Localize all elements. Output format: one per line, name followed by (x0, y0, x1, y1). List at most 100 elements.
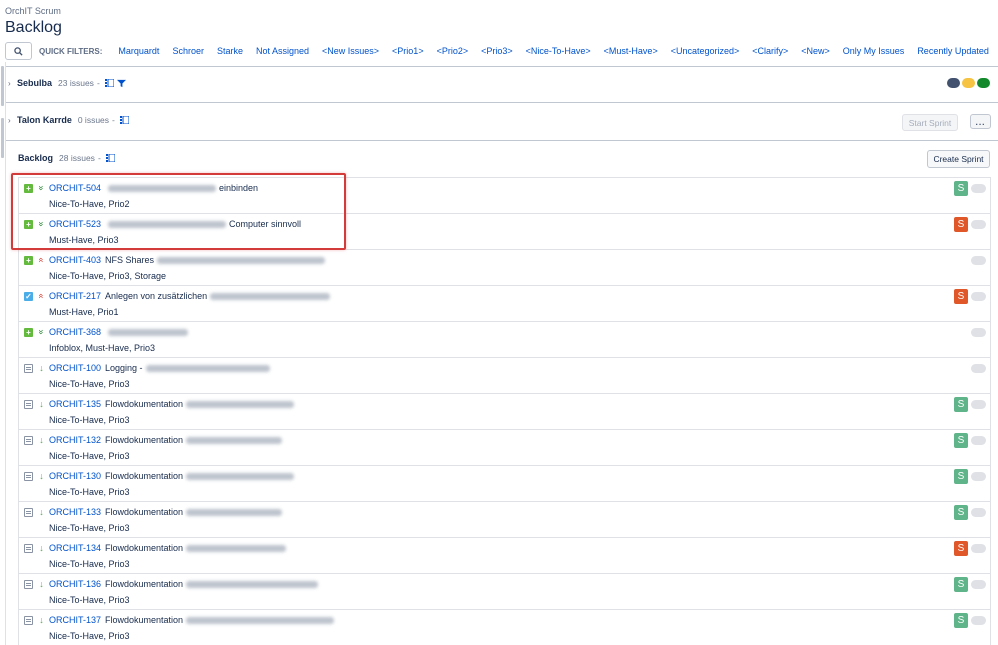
backlog-issue-row[interactable]: ↓ ORCHIT-100 Logging - Nice-To-Have, Prio3 (18, 358, 991, 394)
backlog-issue-row[interactable]: + » ORCHIT-368 Infoblox, Must-Have, Prio3 (18, 322, 991, 358)
chevron-right-icon[interactable]: › (8, 79, 17, 88)
issue-key-link[interactable]: ORCHIT-100 (49, 363, 101, 373)
estimate-badge[interactable] (971, 220, 986, 229)
issue-key-link[interactable]: ORCHIT-132 (49, 435, 101, 445)
quick-filter-schroer[interactable]: Schroer (172, 46, 204, 56)
issue-key-link[interactable]: ORCHIT-135 (49, 399, 101, 409)
issue-key-link[interactable]: ORCHIT-133 (49, 507, 101, 517)
backlog-issue-row[interactable]: ↓ ORCHIT-133 Flowdokumentation Nice-To-Have… (18, 502, 991, 538)
backlog-issue-row[interactable]: ↓ ORCHIT-136 Flowdokumentation Nice-To-Have… (18, 574, 991, 610)
filter-icon[interactable] (116, 79, 126, 88)
issue-summary: Logging - (105, 363, 143, 373)
assignee-avatar[interactable]: S (954, 577, 968, 592)
estimate-badge[interactable] (971, 364, 986, 373)
sprint-header-sebulba[interactable]: › Sebulba 23 issues - (8, 78, 126, 88)
quick-filter-prio1[interactable]: <Prio1> (392, 46, 424, 56)
assignee-avatar[interactable]: S (954, 181, 968, 196)
assignee-avatar[interactable]: S (954, 289, 968, 304)
chevron-right-icon[interactable]: › (8, 116, 17, 125)
backlog-issue-count: 28 issues (59, 153, 95, 163)
quick-filter-uncategorized[interactable]: <Uncategorized> (671, 46, 740, 56)
assignee-avatar[interactable]: S (954, 397, 968, 412)
quick-filter-not-assigned[interactable]: Not Assigned (256, 46, 309, 56)
assignee-avatar[interactable]: S (954, 469, 968, 484)
subtask-type-icon (24, 364, 33, 373)
sprint-header-talon-karrde[interactable]: › Talon Karrde 0 issues - (8, 115, 129, 125)
sidebar-tab[interactable] (1, 118, 4, 158)
search-button[interactable] (5, 42, 32, 60)
assignee-avatar[interactable]: S (954, 541, 968, 556)
create-sprint-button[interactable]: Create Sprint (927, 150, 990, 168)
issue-title-line: ORCHIT-136 Flowdokumentation (49, 579, 321, 589)
story-type-icon: + (24, 328, 33, 337)
issue-key-link[interactable]: ORCHIT-136 (49, 579, 101, 589)
assignee-avatar[interactable]: S (954, 217, 968, 232)
issue-title-line: ORCHIT-100 Logging - (49, 363, 273, 373)
issue-key-link[interactable]: ORCHIT-137 (49, 615, 101, 625)
task-type-icon: ✓ (24, 291, 33, 301)
issue-labels: Nice-To-Have, Prio3, Storage (49, 271, 167, 281)
estimate-badge[interactable] (971, 292, 986, 301)
quick-filter-only-my-issues[interactable]: Only My Issues (843, 46, 905, 56)
sprint-issue-count: 23 issues (58, 78, 94, 88)
quick-filter-recently-updated[interactable]: Recently Updated (917, 46, 989, 56)
board-list-icon[interactable] (104, 79, 114, 87)
backlog-issue-row[interactable]: ✓ «ORCHIT-217 Anlegen von zusätzlichen Must… (18, 286, 991, 322)
project-name[interactable]: OrchIT Scrum (5, 6, 61, 16)
quick-filter-starke[interactable]: Starke (217, 46, 243, 56)
backlog-issue-row[interactable]: + » ORCHIT-504 einbinden Nice-To-Have, Prio2… (18, 178, 991, 214)
board-list-icon[interactable] (105, 154, 115, 162)
quick-filter-new-issues[interactable]: <New Issues> (322, 46, 379, 56)
divider (6, 102, 998, 103)
backlog-issue-row[interactable]: ↓ ORCHIT-135 Flowdokumentation Nice-To-Have… (18, 394, 991, 430)
issue-key-link[interactable]: ORCHIT-504 (49, 183, 101, 193)
backlog-issue-list: +» ORCHIT-504 einbinden Nice-To-Have, Prio2… (18, 177, 991, 645)
estimate-badge[interactable] (971, 184, 986, 193)
issue-key-link[interactable]: ORCHIT-368 (49, 327, 101, 337)
more-options-button[interactable]: ... (970, 114, 991, 129)
estimate-badge[interactable] (971, 580, 986, 589)
issue-labels: Nice-To-Have, Prio3 (49, 487, 130, 497)
backlog-issue-row[interactable]: + » ORCHIT-523 Computer sinnvoll Must-Have, … (18, 214, 991, 250)
quick-filter-must-have[interactable]: <Must-Have> (604, 46, 658, 56)
quick-filter-prio3[interactable]: <Prio3> (481, 46, 513, 56)
issue-summary: Flowdokumentation (105, 435, 184, 445)
issue-key-link[interactable]: ORCHIT-403 (49, 255, 101, 265)
estimate-badge[interactable] (971, 436, 986, 445)
redacted-text (186, 436, 283, 444)
estimate-badge[interactable] (971, 544, 986, 553)
sidebar-tab[interactable] (1, 66, 4, 106)
issue-title-line: ORCHIT-132 Flowdokumentation (49, 435, 285, 445)
backlog-issue-row[interactable]: + «ORCHIT-403 NFS Shares Nice-To-Have, Prio… (18, 250, 991, 286)
assignee-avatar[interactable]: S (954, 613, 968, 628)
issue-title-line: ORCHIT-137 Flowdokumentation (49, 615, 337, 625)
estimate-badge[interactable] (971, 400, 986, 409)
story-type-icon: + (24, 184, 33, 193)
quick-filter-clarify[interactable]: <Clarify> (752, 46, 788, 56)
issue-key-link[interactable]: ORCHIT-217 (49, 291, 101, 301)
backlog-issue-row[interactable]: ↓ ORCHIT-134 Flowdokumentation Nice-To-Have… (18, 538, 991, 574)
story-type-icon: + (24, 220, 33, 229)
priority-low-icon: » (37, 329, 47, 335)
quick-filter-prio2[interactable]: <Prio2> (437, 46, 469, 56)
issue-key-link[interactable]: ORCHIT-523 (49, 219, 101, 229)
assignee-avatar[interactable]: S (954, 505, 968, 520)
status-todo-dot (947, 78, 960, 88)
quick-filter-marquardt[interactable]: Marquardt (118, 46, 159, 56)
backlog-issue-row[interactable]: ↓ ORCHIT-130 Flowdokumentation Nice-To-Have… (18, 466, 991, 502)
estimate-badge[interactable] (971, 508, 986, 517)
start-sprint-button[interactable]: Start Sprint (902, 114, 958, 131)
assignee-avatar[interactable]: S (954, 433, 968, 448)
backlog-issue-row[interactable]: ↓ ORCHIT-132 Flowdokumentation Nice-To-Have… (18, 430, 991, 466)
backlog-issue-row[interactable]: ↓ ORCHIT-137 Flowdokumentation Nice-To-Have… (18, 610, 991, 645)
estimate-badge[interactable] (971, 616, 986, 625)
issue-summary: Anlegen von zusätzlichen (105, 291, 208, 301)
quick-filter-new[interactable]: <New> (801, 46, 830, 56)
estimate-badge[interactable] (971, 472, 986, 481)
estimate-badge[interactable] (971, 328, 986, 337)
issue-key-link[interactable]: ORCHIT-130 (49, 471, 101, 481)
quick-filter-nice-to-have[interactable]: <Nice-To-Have> (526, 46, 591, 56)
board-list-icon[interactable] (119, 116, 129, 124)
estimate-badge[interactable] (971, 256, 986, 265)
issue-key-link[interactable]: ORCHIT-134 (49, 543, 101, 553)
